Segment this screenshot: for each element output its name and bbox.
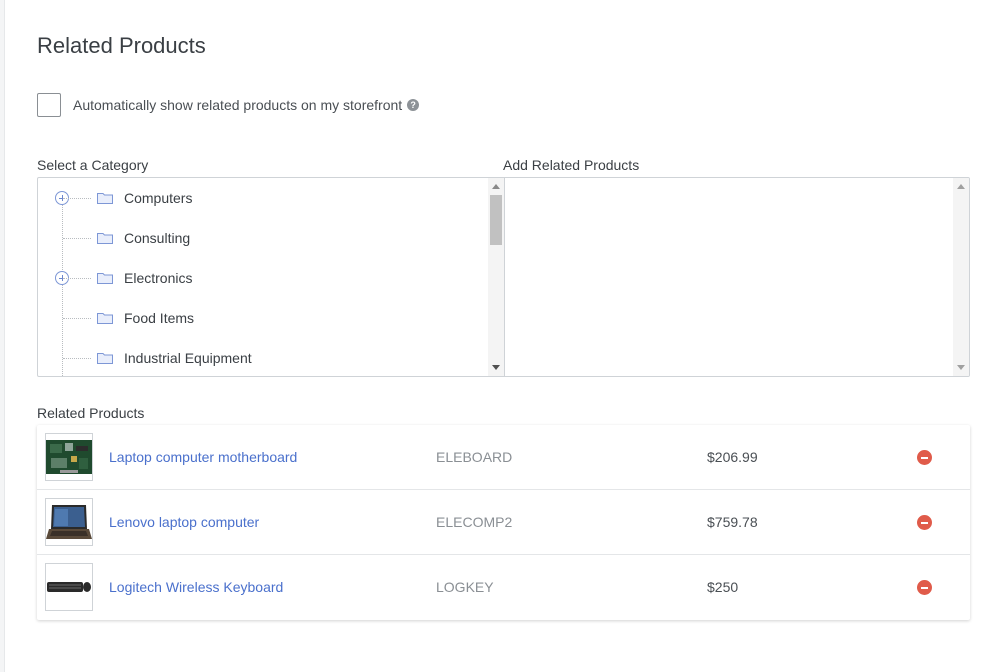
table-row: Logitech Wireless Keyboard LOGKEY $250 [37,555,970,620]
tree-item-consulting[interactable]: Consulting [38,218,488,258]
laptop-image [45,498,93,546]
table-row: Lenovo laptop computer ELECOMP2 $759.78 [37,490,970,555]
scroll-up-arrow-icon[interactable] [957,184,965,189]
related-products-table: Laptop computer motherboard ELEBOARD $20… [37,425,970,620]
scroll-down-arrow-icon[interactable] [492,365,500,370]
auto-show-checkbox[interactable] [37,93,61,117]
remove-minus-icon[interactable] [917,450,932,465]
product-name-link[interactable]: Lenovo laptop computer [109,514,259,530]
product-sku: ELEBOARD [436,449,513,465]
product-price: $250 [707,579,739,595]
auto-show-row: Automatically show related products on m… [37,93,420,117]
tree-branch [63,238,91,239]
tree-item-electronics[interactable]: Electronics [38,258,488,298]
scroll-up-arrow-icon[interactable] [492,184,500,189]
tree-item-label[interactable]: Industrial Equipment [124,350,252,366]
products-scrollbar[interactable] [953,178,969,376]
product-name-link[interactable]: Logitech Wireless Keyboard [109,579,283,595]
remove-minus-icon[interactable] [917,580,932,595]
product-price: $206.99 [707,449,758,465]
product-sku: LOGKEY [436,579,494,595]
table-row: Laptop computer motherboard ELEBOARD $20… [37,425,970,490]
selection-panels: Computers Consulting Electronics Food It… [37,177,970,377]
tree-item-label[interactable]: Food Items [124,310,194,326]
keyboard-image [45,563,93,611]
auto-show-label: Automatically show related products on m… [73,97,403,113]
folder-icon [97,233,113,244]
add-related-products-label: Add Related Products [503,157,640,173]
folder-icon [97,273,113,284]
tree-item-industrial-equipment[interactable]: Industrial Equipment [38,338,488,376]
tree-item-food-items[interactable]: Food Items [38,298,488,338]
tree-branch [63,198,91,199]
scroll-down-arrow-icon[interactable] [957,365,965,370]
tree-branch [63,358,91,359]
left-gutter [0,0,5,672]
category-tree[interactable]: Computers Consulting Electronics Food It… [38,178,505,376]
tree-item-label[interactable]: Consulting [124,230,190,246]
tree-branch [63,278,91,279]
related-products-label: Related Products [37,405,145,421]
tree-item-label[interactable]: Computers [124,190,192,206]
folder-icon [97,313,113,324]
tree-branch [63,318,91,319]
select-category-label: Select a Category [37,157,149,173]
tree-item-label[interactable]: Electronics [124,270,192,286]
product-price: $759.78 [707,514,758,530]
product-sku: ELECOMP2 [436,514,513,530]
category-scrollbar[interactable] [488,178,504,376]
page-title: Related Products [37,33,206,58]
add-related-products-list[interactable] [505,178,969,376]
tree-item-computers[interactable]: Computers [38,178,488,218]
motherboard-image [45,433,93,481]
question-circle-icon[interactable]: ? [407,99,420,111]
scroll-thumb[interactable] [490,195,502,245]
product-name-link[interactable]: Laptop computer motherboard [109,449,297,465]
folder-icon [97,353,113,364]
folder-icon [97,193,113,204]
remove-minus-icon[interactable] [917,515,932,530]
